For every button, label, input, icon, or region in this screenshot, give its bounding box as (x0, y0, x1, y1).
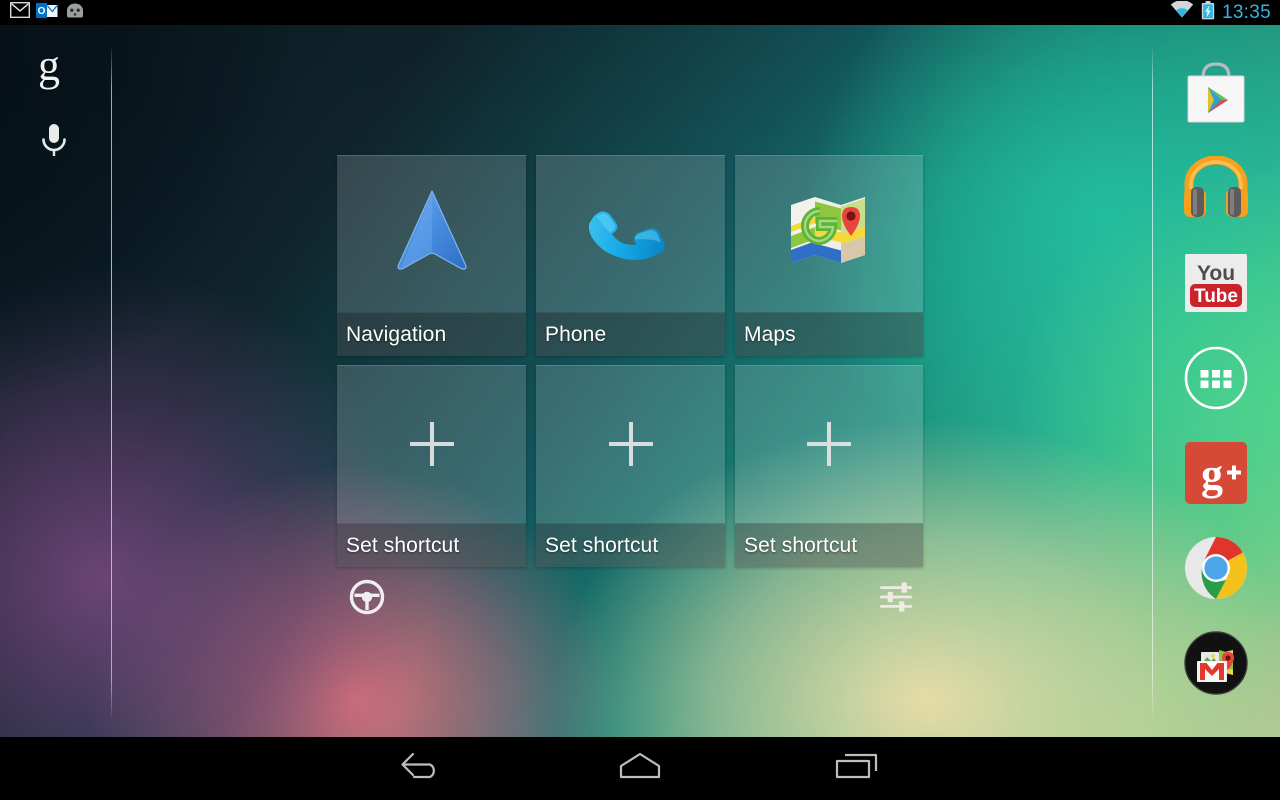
card-maps[interactable]: Maps (735, 155, 923, 356)
action-row (337, 578, 925, 618)
card-icon-area (536, 365, 725, 523)
rail-divider-right (1152, 48, 1153, 718)
plus-icon (608, 422, 653, 466)
search-rail: g (0, 25, 112, 737)
dock-item-play-store[interactable] (1168, 48, 1264, 143)
card-navigation[interactable]: Navigation (337, 155, 526, 356)
dock-item-folder[interactable] (1168, 618, 1264, 713)
nav-recents-button[interactable] (797, 737, 917, 800)
status-clock: 13:35 (1221, 2, 1271, 23)
nav-back-button[interactable] (363, 737, 483, 800)
google-plus-icon: g (1185, 442, 1247, 509)
dock-item-youtube[interactable]: You Tube (1168, 238, 1264, 333)
steering-wheel-icon[interactable] (348, 578, 386, 616)
shortcut-card-grid: Navigation Phone Maps Set shortcut Set s… (337, 155, 925, 571)
status-bar[interactable]: O 13:35 (0, 0, 1280, 25)
app-dock: You Tube g (1168, 48, 1264, 718)
android-notification-icon (64, 2, 86, 24)
card-icon-area (337, 365, 526, 523)
card-label: Maps (735, 312, 923, 356)
card-label: Set shortcut (735, 523, 923, 567)
card-set-shortcut-2[interactable]: Set shortcut (536, 365, 725, 567)
home-icon (614, 750, 666, 787)
svg-text:Tube: Tube (1194, 286, 1238, 307)
dock-item-play-music[interactable] (1168, 143, 1264, 238)
dock-item-all-apps[interactable] (1168, 333, 1264, 428)
card-icon-area (735, 155, 923, 312)
card-phone[interactable]: Phone (536, 155, 725, 356)
status-system-icons[interactable]: 13:35 (1170, 0, 1280, 25)
android-home-screen: O 13:35 g Navigation Phone Maps Set shor… (0, 0, 1280, 800)
plus-icon (409, 422, 454, 466)
outlook-notification-icon: O (36, 2, 58, 24)
card-label: Set shortcut (536, 523, 725, 567)
status-notifications[interactable]: O (0, 1, 86, 24)
card-icon-area (735, 365, 923, 523)
svg-text:O: O (38, 6, 46, 17)
dock-item-chrome[interactable] (1168, 523, 1264, 618)
card-set-shortcut-3[interactable]: Set shortcut (735, 365, 923, 567)
card-set-shortcut-1[interactable]: Set shortcut (337, 365, 526, 567)
card-icon-area (536, 155, 725, 312)
google-maps-icon (787, 191, 871, 276)
navigation-bar (0, 737, 1280, 800)
google-logo-icon[interactable]: g (38, 44, 60, 88)
play-store-icon (1183, 59, 1249, 132)
gmail-notification-icon (9, 1, 31, 23)
card-label: Phone (536, 312, 725, 356)
headphones-icon (1181, 155, 1251, 225)
dock-item-google-plus[interactable]: g (1168, 428, 1264, 523)
svg-text:You: You (1197, 262, 1235, 285)
card-icon-area (337, 155, 526, 312)
recent-apps-icon (833, 750, 881, 787)
plus-icon (807, 422, 851, 466)
phone-handset-icon (588, 191, 674, 276)
back-arrow-icon (400, 749, 446, 788)
card-label: Navigation (337, 312, 526, 356)
wifi-icon (1170, 0, 1194, 24)
youtube-icon: You Tube (1185, 254, 1247, 317)
all-apps-grid-icon (1183, 345, 1249, 416)
chrome-icon (1183, 535, 1249, 606)
app-folder-icon (1183, 630, 1249, 701)
sliders-settings-icon[interactable] (877, 578, 915, 616)
svg-text:g: g (1201, 450, 1223, 499)
battery-charging-icon (1201, 0, 1215, 25)
microphone-icon[interactable] (36, 120, 72, 162)
nav-home-button[interactable] (580, 737, 700, 800)
navigation-arrow-icon (394, 188, 470, 279)
rail-divider-left (111, 48, 112, 718)
card-label: Set shortcut (337, 523, 526, 567)
